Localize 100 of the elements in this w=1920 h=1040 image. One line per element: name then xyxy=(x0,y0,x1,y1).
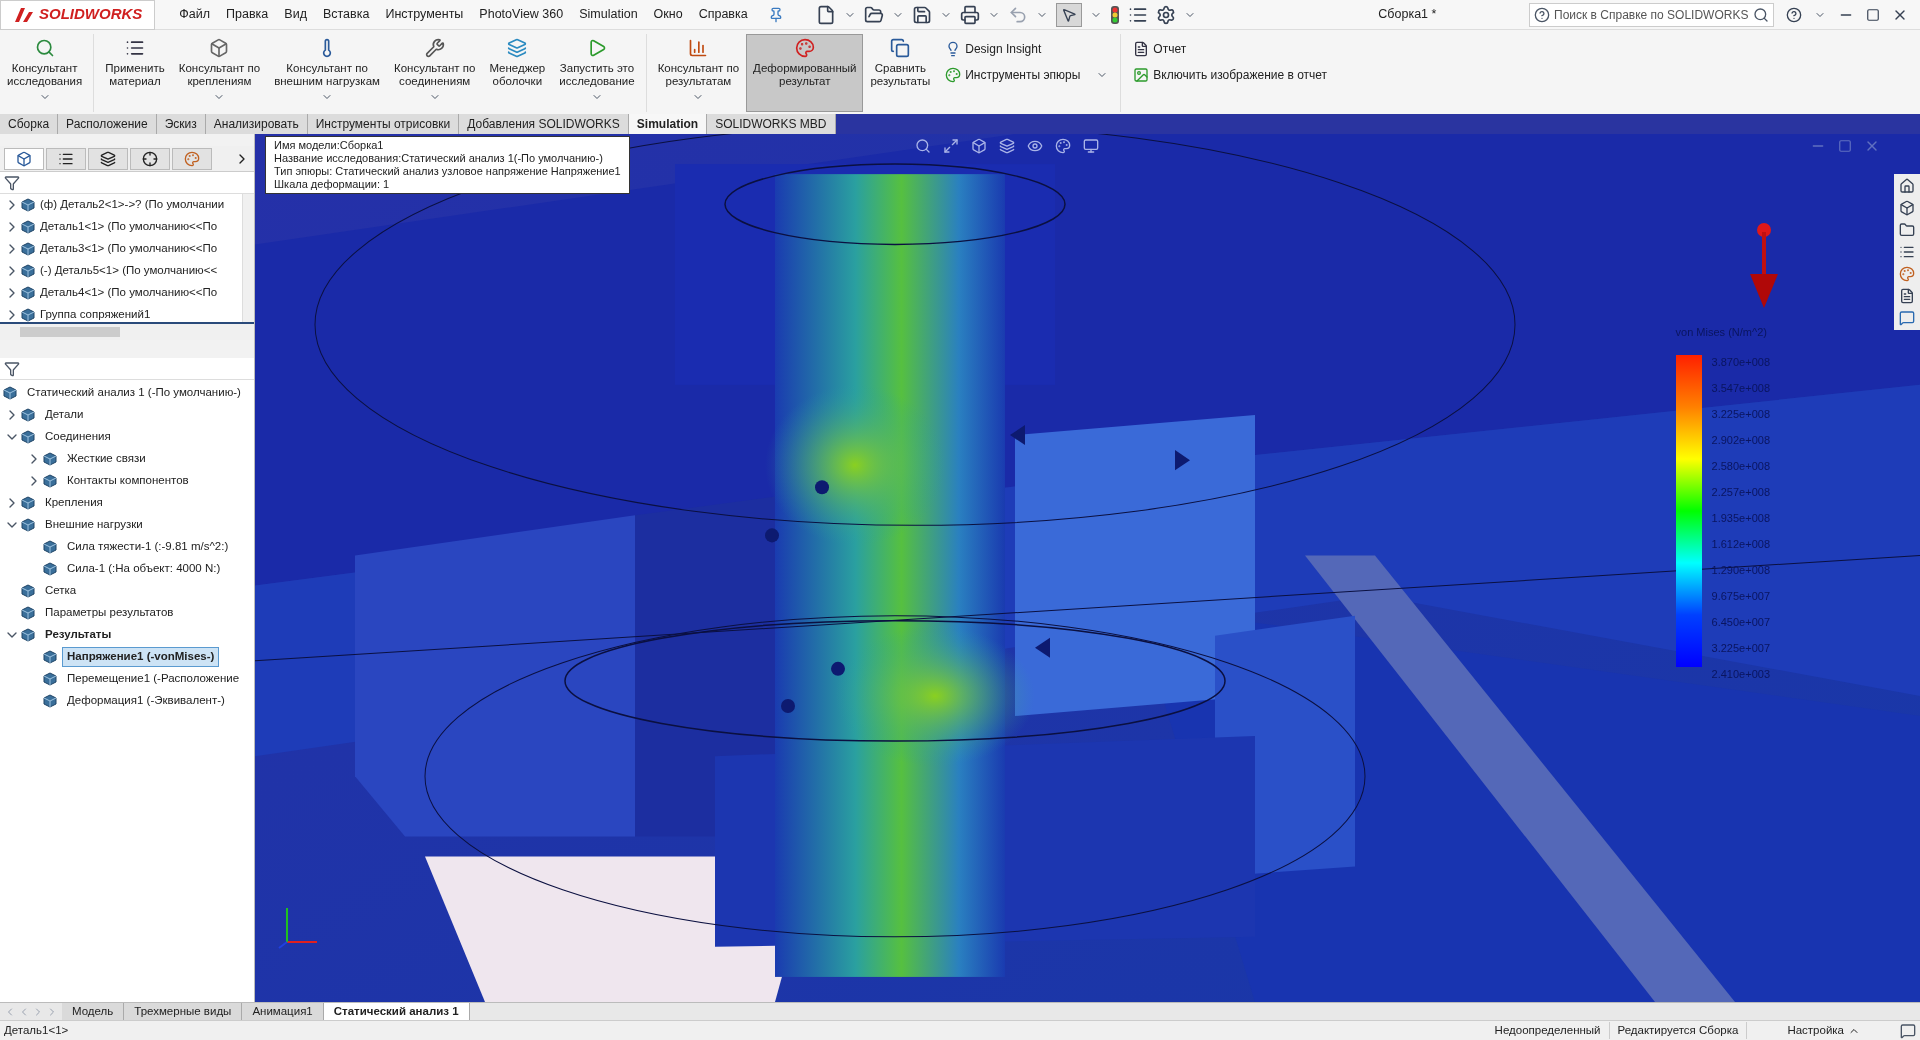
horizontal-scrollbar[interactable] xyxy=(0,324,254,340)
ribbon-button[interactable]: Менеджер оболочки xyxy=(482,34,553,112)
help-icon[interactable] xyxy=(1786,6,1802,23)
menu-item[interactable]: Вид xyxy=(276,5,315,24)
ribbon-small-button[interactable]: Отчет xyxy=(1133,40,1328,58)
menu-item[interactable]: Инструменты xyxy=(377,5,472,24)
model-info-line: Название исследования:Статический анализ 1(-По умолчанию-) xyxy=(274,152,604,165)
appearance-tab-icon[interactable] xyxy=(172,147,212,170)
display-icon[interactable] xyxy=(1083,138,1099,154)
view-tab[interactable]: Трехмерные виды xyxy=(124,1003,243,1020)
view-orientation-icon[interactable] xyxy=(971,138,987,154)
tree-item[interactable]: Детали xyxy=(40,405,89,425)
library-icon[interactable] xyxy=(1899,200,1915,216)
appearance-icon[interactable] xyxy=(1055,138,1071,154)
tree-item[interactable]: Деталь4<1> (По умолчанию<<По xyxy=(40,284,218,302)
appearance-icon[interactable] xyxy=(1899,266,1915,282)
properties-icon[interactable] xyxy=(1899,288,1915,304)
list-icon xyxy=(124,38,145,58)
menu-item[interactable]: Правка xyxy=(218,5,277,24)
command-tab[interactable]: Эскиз xyxy=(156,114,206,134)
restore-icon[interactable] xyxy=(1866,7,1880,22)
crosshair-tab-icon[interactable] xyxy=(130,147,170,170)
traffic-light-icon[interactable] xyxy=(1109,4,1120,25)
ribbon-button[interactable]: Консультант по соединениям xyxy=(386,34,483,112)
tree-item[interactable]: Параметры результатов xyxy=(40,603,179,623)
ribbon-button[interactable]: Консультант по внешним нагрузкам xyxy=(267,34,387,112)
menu-item[interactable]: PhotoView 360 xyxy=(471,5,572,24)
tree-item[interactable]: (ф) Деталь2<1>->? (По умолчании xyxy=(40,196,225,214)
legend-value: 1.935e+008 xyxy=(1711,510,1770,526)
command-tab[interactable]: SOLIDWORKS MBD xyxy=(707,114,836,134)
scroll-thumb[interactable] xyxy=(20,327,120,337)
ribbon-button[interactable]: Консультант исследования xyxy=(0,34,90,112)
vertical-scrollbar[interactable] xyxy=(242,194,254,322)
view-tab[interactable]: Модель xyxy=(62,1003,125,1020)
hide-show-icon[interactable] xyxy=(1027,138,1043,154)
tree-item[interactable]: Крепления xyxy=(40,493,108,513)
command-tab[interactable]: Инструменты отрисовки xyxy=(307,114,460,134)
tooltip-icon[interactable] xyxy=(1900,1022,1916,1039)
ribbon-button[interactable]: Применить материал xyxy=(98,34,172,112)
ribbon-small-button[interactable]: Design Insight xyxy=(945,40,1109,58)
settings-icon[interactable] xyxy=(1155,4,1176,25)
tree-item[interactable]: Сила-1 (:На объект: 4000 N:) xyxy=(62,559,226,579)
view-palette-icon[interactable] xyxy=(1899,244,1915,260)
ribbon-button[interactable]: Запустить это исследование xyxy=(552,34,642,112)
command-tab[interactable]: Добавления SOLIDWORKS xyxy=(459,114,629,134)
tree-item[interactable]: Группа сопряжений1 xyxy=(40,306,151,322)
ribbon-small-button[interactable]: Включить изображение в отчет xyxy=(1133,66,1328,84)
view-tab[interactable]: Анимация1 xyxy=(242,1003,324,1020)
open-folder-icon[interactable] xyxy=(863,4,884,25)
view-tab[interactable]: Статический анализ 1 xyxy=(323,1003,470,1020)
property-tab-icon[interactable] xyxy=(46,147,86,170)
tree-item[interactable]: Деталь1<1> (По умолчанию<<По xyxy=(40,218,218,236)
command-tab[interactable]: Сборка xyxy=(0,114,59,134)
menu-item[interactable]: Справка xyxy=(690,5,756,24)
ribbon-button[interactable]: Сравнить результаты xyxy=(863,34,938,112)
units-button[interactable]: Настройка xyxy=(1787,1021,1860,1040)
menu-item[interactable]: Simulation xyxy=(571,5,646,24)
tree-node-icon xyxy=(20,219,36,235)
print-icon[interactable] xyxy=(959,4,980,25)
zoom-area-icon[interactable] xyxy=(943,138,959,154)
home-icon[interactable] xyxy=(1899,178,1915,194)
search-icon[interactable] xyxy=(1753,6,1769,23)
command-tab[interactable]: Анализировать xyxy=(205,114,308,134)
tree-node-icon xyxy=(42,473,58,489)
tree-item[interactable]: Сетка xyxy=(40,581,82,601)
ribbon-button[interactable]: Консультант по креплениям xyxy=(171,34,268,112)
tree-item[interactable]: Жесткие связи xyxy=(62,449,151,469)
menu-item[interactable]: Вставка xyxy=(314,5,378,24)
tree-item[interactable]: Статический анализ 1 (-По умолчанию-) xyxy=(22,383,246,403)
comments-icon[interactable] xyxy=(1899,310,1915,326)
command-tab[interactable]: Расположение xyxy=(58,114,157,134)
filter-icon[interactable] xyxy=(4,360,20,377)
command-tab[interactable]: Simulation xyxy=(628,114,708,134)
configuration-tab-icon[interactable] xyxy=(88,147,128,170)
save-icon[interactable] xyxy=(911,4,932,25)
zoom-icon[interactable] xyxy=(915,138,931,154)
tree-item[interactable]: Деформация1 (-Эквивалент-) xyxy=(62,691,230,711)
filter-icon[interactable] xyxy=(4,174,20,191)
select-tool-button[interactable] xyxy=(1055,2,1082,27)
tree-item[interactable]: Деталь3<1> (По умолчанию<<По xyxy=(40,240,218,258)
legend-value: 9.675e+007 xyxy=(1711,588,1770,604)
tree-item[interactable]: Соединения xyxy=(40,427,116,447)
ribbon-small-button[interactable]: Инструменты эпюры xyxy=(945,66,1109,84)
tree-item[interactable]: Внешние нагрузки xyxy=(40,515,148,535)
tree-item[interactable]: Результаты xyxy=(40,625,117,645)
tree-item[interactable]: Сила тяжести-1 (:-9.81 m/s^2:) xyxy=(62,537,234,557)
tree-item[interactable]: (-) Деталь5<1> (По умолчанию<< xyxy=(40,262,218,280)
menu-item[interactable]: Окно xyxy=(645,5,691,24)
feature-tree-tab-icon[interactable] xyxy=(4,147,44,170)
tree-item[interactable]: Перемещение1 (-Расположение xyxy=(62,669,245,689)
legend-value: 3.225e+008 xyxy=(1711,406,1770,422)
ribbon-button[interactable]: Консультант по результатам xyxy=(650,34,747,112)
menu-item[interactable]: Файл xyxy=(171,5,219,24)
help-search-field[interactable]: Поиск в Справке по SOLIDWORKS xyxy=(1529,2,1774,27)
folder-icon[interactable] xyxy=(1899,222,1915,238)
tree-item[interactable]: Напряжение1 (-vonMises-) xyxy=(62,647,220,667)
section-view-icon[interactable] xyxy=(999,138,1015,154)
tree-item[interactable]: Контакты компонентов xyxy=(62,471,194,491)
ribbon-button[interactable]: Деформированный результат xyxy=(746,34,864,112)
picture-icon xyxy=(1133,67,1150,83)
